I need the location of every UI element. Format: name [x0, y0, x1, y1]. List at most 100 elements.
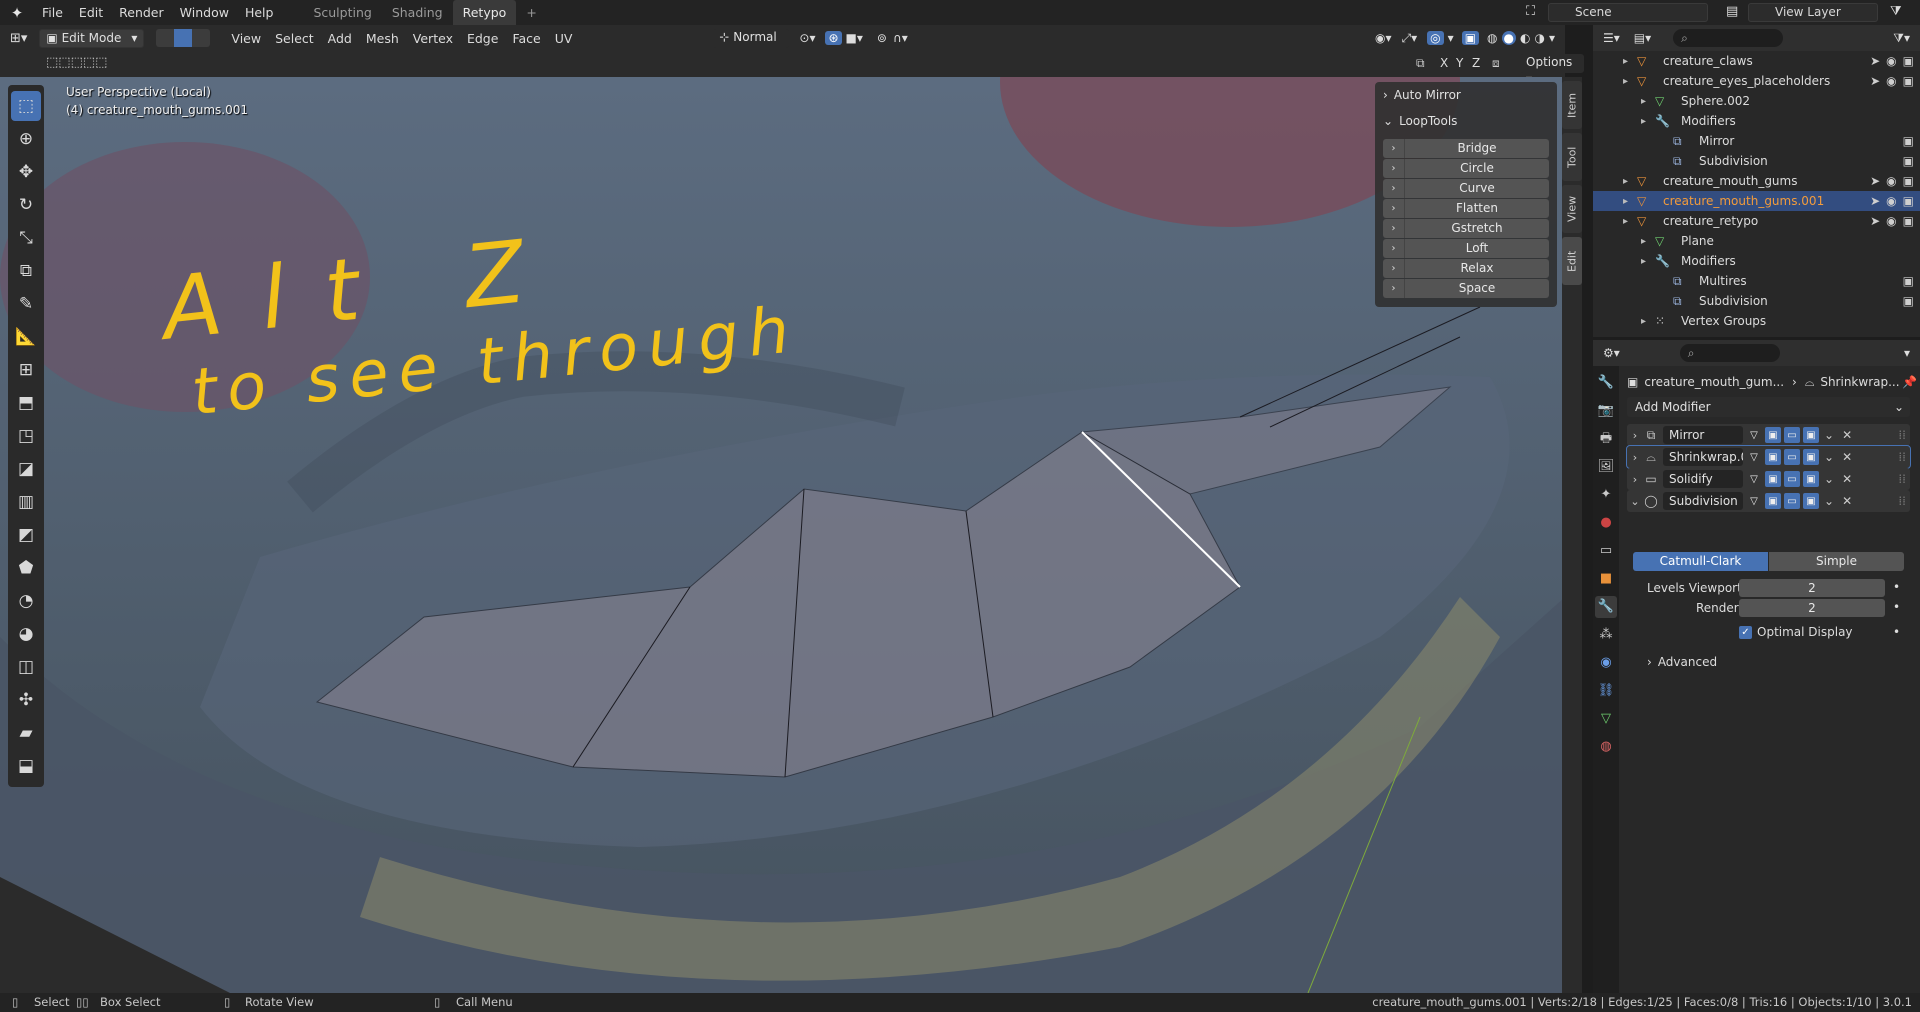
menu-mesh[interactable]: Mesh	[359, 31, 406, 46]
select-arrow-icon[interactable]: ➤	[1870, 54, 1880, 68]
loft-button[interactable]: › Loft	[1383, 239, 1549, 258]
rip-tool-icon[interactable]: ⬓	[11, 751, 41, 781]
select-arrow-icon[interactable]: ➤	[1870, 194, 1880, 208]
circle-button[interactable]: › Circle	[1383, 159, 1549, 178]
auto-merge-icon[interactable]: ⧈	[1492, 56, 1500, 71]
outliner-row[interactable]: ▸ 🔧 Modifiers	[1593, 251, 1920, 271]
axis-y-toggle[interactable]: Y	[1456, 56, 1463, 70]
outliner-row[interactable]: ⧉ Subdivision ▣	[1593, 151, 1920, 171]
scene-selector[interactable]: Scene	[1548, 3, 1708, 22]
gstretch-button[interactable]: › Gstretch	[1383, 219, 1549, 238]
camera-icon[interactable]: ▣	[1903, 74, 1914, 88]
drag-handle-icon[interactable]: ⁞⁞	[1898, 494, 1906, 508]
menu-edge[interactable]: Edge	[460, 31, 505, 46]
expand-chevron-icon[interactable]: ▸	[1623, 216, 1628, 227]
display-mode-icon[interactable]: ▤▾	[1634, 31, 1651, 45]
view-layer-selector[interactable]: View Layer	[1748, 3, 1878, 22]
expand-chevron-icon[interactable]: ▸	[1641, 96, 1646, 107]
properties-editor-icon[interactable]: ⚙▾	[1603, 346, 1620, 360]
proportional-edit-icon[interactable]: ⊚	[877, 31, 887, 45]
material-tab-icon[interactable]: ◍	[1595, 736, 1617, 758]
render-icon[interactable]: ▣	[1803, 493, 1819, 509]
eye-icon[interactable]: ◉	[1886, 194, 1896, 208]
camera-icon[interactable]: ▣	[1903, 134, 1914, 148]
render-tab-icon[interactable]: 📷	[1595, 400, 1617, 422]
outliner-row[interactable]: ▸ ▽ creature_mouth_gums.001 ➤ ◉ ▣	[1593, 191, 1920, 211]
pivot-icon[interactable]: ⊙▾	[799, 31, 815, 45]
flatten-button[interactable]: › Flatten	[1383, 199, 1549, 218]
constraints-tab-icon[interactable]: ⛓	[1595, 680, 1617, 702]
modifier-name-field[interactable]: Mirror	[1663, 426, 1743, 444]
outliner-row[interactable]: ▸ ▽ Plane	[1593, 231, 1920, 251]
axis-x-toggle[interactable]: X	[1440, 56, 1448, 70]
editor-type-icon[interactable]: ⊞▾	[10, 31, 27, 46]
menu-file[interactable]: File	[34, 0, 71, 25]
select-box-tool-icon[interactable]: ⬚	[11, 91, 41, 121]
object-tab-icon[interactable]: ■	[1595, 568, 1617, 590]
relax-button[interactable]: › Relax	[1383, 259, 1549, 278]
overlay-icon[interactable]: ◎	[1427, 31, 1444, 45]
data-tab-icon[interactable]: ▽	[1595, 708, 1617, 730]
outliner-row[interactable]: ⧉ Multires ▣	[1593, 271, 1920, 291]
edge-slide-tool-icon[interactable]: ◫	[11, 652, 41, 682]
world-tab-icon[interactable]: ●	[1595, 512, 1617, 534]
modifier-row[interactable]: › ⧉ Mirror ▽ ▣ ▭ ▣ ⌄ ✕ ⁞⁞	[1627, 424, 1910, 446]
wireframe-shading-icon[interactable]: ◍	[1487, 31, 1497, 45]
eye-icon[interactable]: ◉	[1886, 54, 1896, 68]
auto-mirror-panel-header[interactable]: › Auto Mirror	[1375, 82, 1557, 108]
outliner-row[interactable]: ⧉ Subdivision ▣	[1593, 291, 1920, 311]
curve-button[interactable]: › Curve	[1383, 179, 1549, 198]
falloff-icon[interactable]: ∩▾	[893, 31, 908, 45]
select-box-mode-icon[interactable]: ⬚⬚⬚⬚⬚	[46, 55, 107, 70]
shading-dropdown-icon[interactable]: ▾	[1549, 31, 1555, 45]
menu-uv[interactable]: UV	[548, 31, 580, 46]
drag-handle-icon[interactable]: ⁞⁞	[1898, 472, 1906, 486]
rendered-shading-icon[interactable]: ◑	[1534, 31, 1544, 45]
optimal-display-checkbox[interactable]: ✓	[1739, 626, 1752, 639]
menu-view[interactable]: View	[224, 31, 268, 46]
expand-chevron-icon[interactable]: ▸	[1623, 56, 1628, 67]
select-arrow-icon[interactable]: ➤	[1870, 214, 1880, 228]
expand-chevron-icon[interactable]: ▸	[1623, 196, 1628, 207]
outliner-row[interactable]: ▸ ▽ creature_eyes_placeholders ➤ ◉ ▣	[1593, 71, 1920, 91]
advanced-subpanel-header[interactable]: › Advanced	[1647, 655, 1717, 669]
modifier-row[interactable]: ›⌓Shrinkwrap.0...▽▣▭▣⌄✕⁞⁞	[1626, 445, 1911, 469]
shrink-fatten-tool-icon[interactable]: ✣	[11, 685, 41, 715]
eye-icon[interactable]: ◉	[1886, 174, 1896, 188]
chevron-down-icon[interactable]: ⌄	[1824, 428, 1834, 442]
chevron-down-icon[interactable]: ⌄	[1627, 495, 1643, 508]
expand-chevron-icon[interactable]: ▸	[1623, 176, 1628, 187]
tab-retypo[interactable]: Retypo	[452, 0, 517, 25]
outliner-search-input[interactable]: ⌕	[1673, 29, 1784, 47]
tab-view[interactable]: View	[1562, 185, 1582, 233]
menu-render[interactable]: Render	[111, 0, 172, 25]
menu-add[interactable]: Add	[321, 31, 359, 46]
bevel-tool-icon[interactable]: ◪	[11, 454, 41, 484]
modifier-row[interactable]: ⌄ ◯ Subdivision ▽ ▣ ▭ ▣ ⌄ ✕ ⁞⁞	[1627, 490, 1910, 512]
tab-sculpting[interactable]: Sculpting	[303, 0, 381, 25]
chevron-down-icon[interactable]: ⌄	[1824, 494, 1834, 508]
snap-icon[interactable]: ⊛	[825, 31, 842, 45]
shear-tool-icon[interactable]: ▰	[11, 718, 41, 748]
inset-tool-icon[interactable]: ◳	[11, 421, 41, 451]
menu-edit[interactable]: Edit	[71, 0, 111, 25]
add-workspace-button[interactable]: +	[516, 0, 546, 25]
view-layer-tab-icon[interactable]: 🖼	[1595, 456, 1617, 478]
mode-selector[interactable]: ▣ Edit Mode ▾	[39, 28, 145, 48]
editmode-icon[interactable]: ▣	[1765, 493, 1781, 509]
scene-icon[interactable]: ⛶	[1526, 4, 1535, 19]
edit-cage-icon[interactable]: ▽	[1746, 427, 1762, 443]
chevron-right-icon[interactable]: ›	[1627, 473, 1643, 486]
physics-tab-icon[interactable]: ◉	[1595, 652, 1617, 674]
keyframe-dot-icon[interactable]: •	[1893, 580, 1900, 594]
material-shading-icon[interactable]: ◐	[1520, 31, 1530, 45]
options-button[interactable]: Options ▾	[1520, 54, 1584, 86]
menu-face[interactable]: Face	[505, 31, 547, 46]
menu-select[interactable]: Select	[268, 31, 321, 46]
modifier-tab-icon[interactable]: 🔧	[1595, 596, 1617, 618]
vertex-select-icon[interactable]	[156, 29, 175, 47]
properties-search-input[interactable]: ⌕	[1679, 344, 1780, 362]
outliner-row[interactable]: ▸ 🔧 Modifiers	[1593, 111, 1920, 131]
outliner-row[interactable]: ▸ ▽ creature_mouth_gums ➤ ◉ ▣	[1593, 171, 1920, 191]
close-icon[interactable]: ✕	[1842, 428, 1852, 442]
